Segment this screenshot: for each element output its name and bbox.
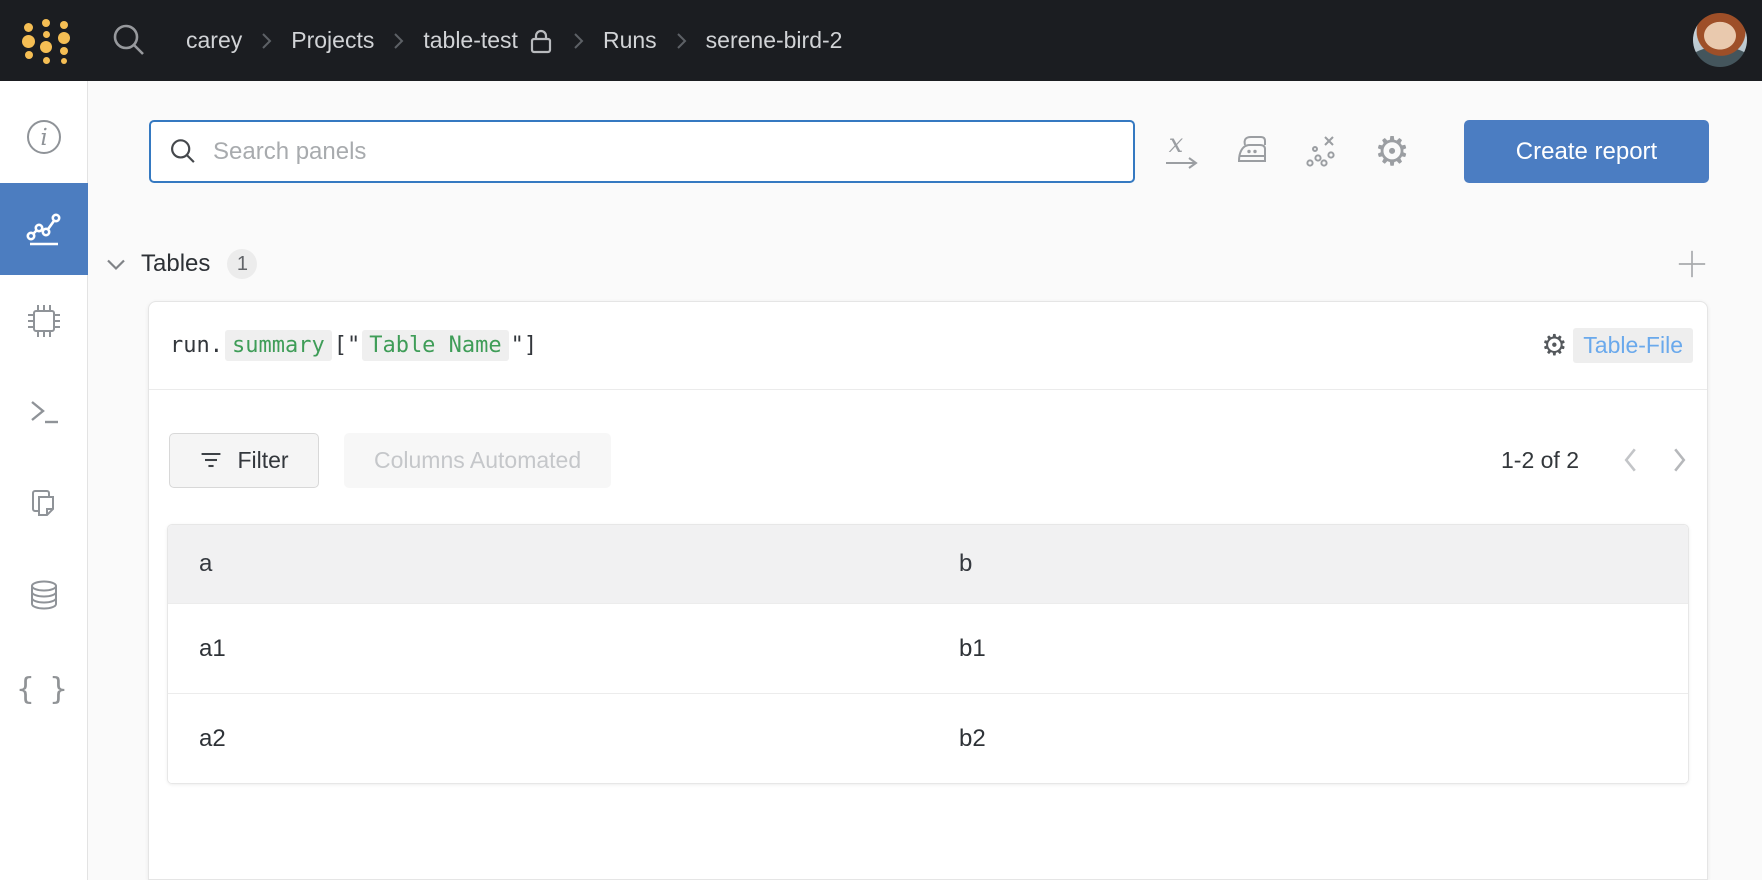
chip-icon <box>24 301 64 341</box>
pagination-label: 1-2 of 2 <box>1501 447 1579 474</box>
chevron-right-icon <box>573 32 584 50</box>
svg-text:x: x <box>1169 131 1184 159</box>
query-quote-close: " <box>511 333 524 358</box>
gear-icon[interactable]: ⚙ <box>1541 331 1567 360</box>
plus-icon[interactable] <box>1676 248 1708 280</box>
braces-icon: { } <box>16 672 72 707</box>
breadcrumb: carey Projects table-test Runs serene-bi… <box>186 27 842 55</box>
column-header-b[interactable]: b <box>928 525 1688 603</box>
filter-button[interactable]: Filter <box>169 433 319 488</box>
table-panel-card: run.summary["Table Name"] ⚙ Table-File F… <box>148 301 1708 880</box>
workspace-actions: x ⚙ <box>1161 131 1413 173</box>
panel-query[interactable]: run.summary["Table Name"] <box>170 330 537 361</box>
create-report-button[interactable]: Create report <box>1464 120 1709 183</box>
search-input[interactable] <box>213 138 1115 166</box>
table-row: a1 b1 <box>168 603 1688 693</box>
info-icon: i <box>24 117 64 157</box>
chevron-right-icon[interactable] <box>1672 447 1687 473</box>
query-open-bracket: [ <box>334 333 347 358</box>
lock-icon <box>528 27 554 55</box>
database-icon <box>24 577 64 617</box>
chevron-right-icon <box>676 32 687 50</box>
search-icon <box>169 138 197 166</box>
panel-query-row: run.summary["Table Name"] ⚙ Table-File <box>149 302 1707 390</box>
section-count-badge: 1 <box>227 249 257 279</box>
table-cell: a2 <box>168 694 928 783</box>
table-row: a2 b2 <box>168 693 1688 783</box>
table-toolbar: Filter Columns Automated 1-2 of 2 <box>149 432 1707 488</box>
panel-type-link[interactable]: Table-File <box>1573 328 1693 363</box>
table-cell: b1 <box>928 604 1688 693</box>
x-axis-icon: x <box>1162 131 1202 173</box>
sidebar-item-system[interactable] <box>0 275 88 367</box>
tables-section-header: Tables 1 <box>106 246 1708 282</box>
gear-icon: ⚙ <box>1374 132 1410 172</box>
breadcrumb-entity[interactable]: carey <box>186 27 242 54</box>
avatar[interactable] <box>1693 13 1747 67</box>
query-summary-token: summary <box>225 330 332 361</box>
query-prefix: run. <box>170 333 223 358</box>
chevron-right-icon <box>393 32 404 50</box>
smoothing-iron-icon <box>1232 132 1272 172</box>
line-chart-icon <box>24 209 64 249</box>
breadcrumb-runs[interactable]: Runs <box>603 27 657 54</box>
sidebar-item-workspace[interactable] <box>0 183 88 275</box>
chevron-left-icon[interactable] <box>1623 447 1638 473</box>
panel-search <box>149 120 1135 183</box>
sidebar-item-overview[interactable]: i <box>0 91 88 183</box>
search-icon[interactable] <box>108 20 150 62</box>
wandb-logo[interactable] <box>22 15 72 67</box>
breadcrumb-projects[interactable]: Projects <box>291 27 374 54</box>
breadcrumb-run[interactable]: serene-bird-2 <box>706 27 843 54</box>
breadcrumb-project[interactable]: table-test <box>423 27 518 54</box>
x-axis-button[interactable]: x <box>1161 131 1203 173</box>
table-cell: a1 <box>168 604 928 693</box>
table-header-row: a b <box>168 525 1688 603</box>
run-sidebar: i <box>0 81 88 880</box>
columns-automated-button[interactable]: Columns Automated <box>344 433 611 488</box>
chevron-down-icon[interactable] <box>106 258 126 271</box>
terminal-icon <box>24 393 64 433</box>
settings-button[interactable]: ⚙ <box>1371 131 1413 173</box>
query-table-key: Table Name <box>362 330 508 361</box>
smoothing-button[interactable] <box>1231 131 1273 173</box>
topbar: carey Projects table-test Runs serene-bi… <box>0 0 1762 81</box>
section-title: Tables <box>141 250 210 278</box>
svg-text:i: i <box>40 125 47 151</box>
outliers-icon <box>1302 132 1342 172</box>
data-table: a b a1 b1 a2 b2 <box>167 524 1689 784</box>
sidebar-item-artifacts[interactable] <box>0 551 88 643</box>
filter-button-label: Filter <box>237 447 288 474</box>
table-cell: b2 <box>928 694 1688 783</box>
outliers-button[interactable] <box>1301 131 1343 173</box>
sidebar-item-logs[interactable] <box>0 367 88 459</box>
sidebar-item-files[interactable] <box>0 459 88 551</box>
query-close-bracket: ] <box>524 333 537 358</box>
chevron-right-icon <box>261 32 272 50</box>
query-quote-open: " <box>347 333 360 358</box>
filter-icon <box>199 450 223 470</box>
sidebar-item-config[interactable]: { } <box>0 643 88 735</box>
copy-icon <box>24 485 64 525</box>
column-header-a[interactable]: a <box>168 525 928 603</box>
